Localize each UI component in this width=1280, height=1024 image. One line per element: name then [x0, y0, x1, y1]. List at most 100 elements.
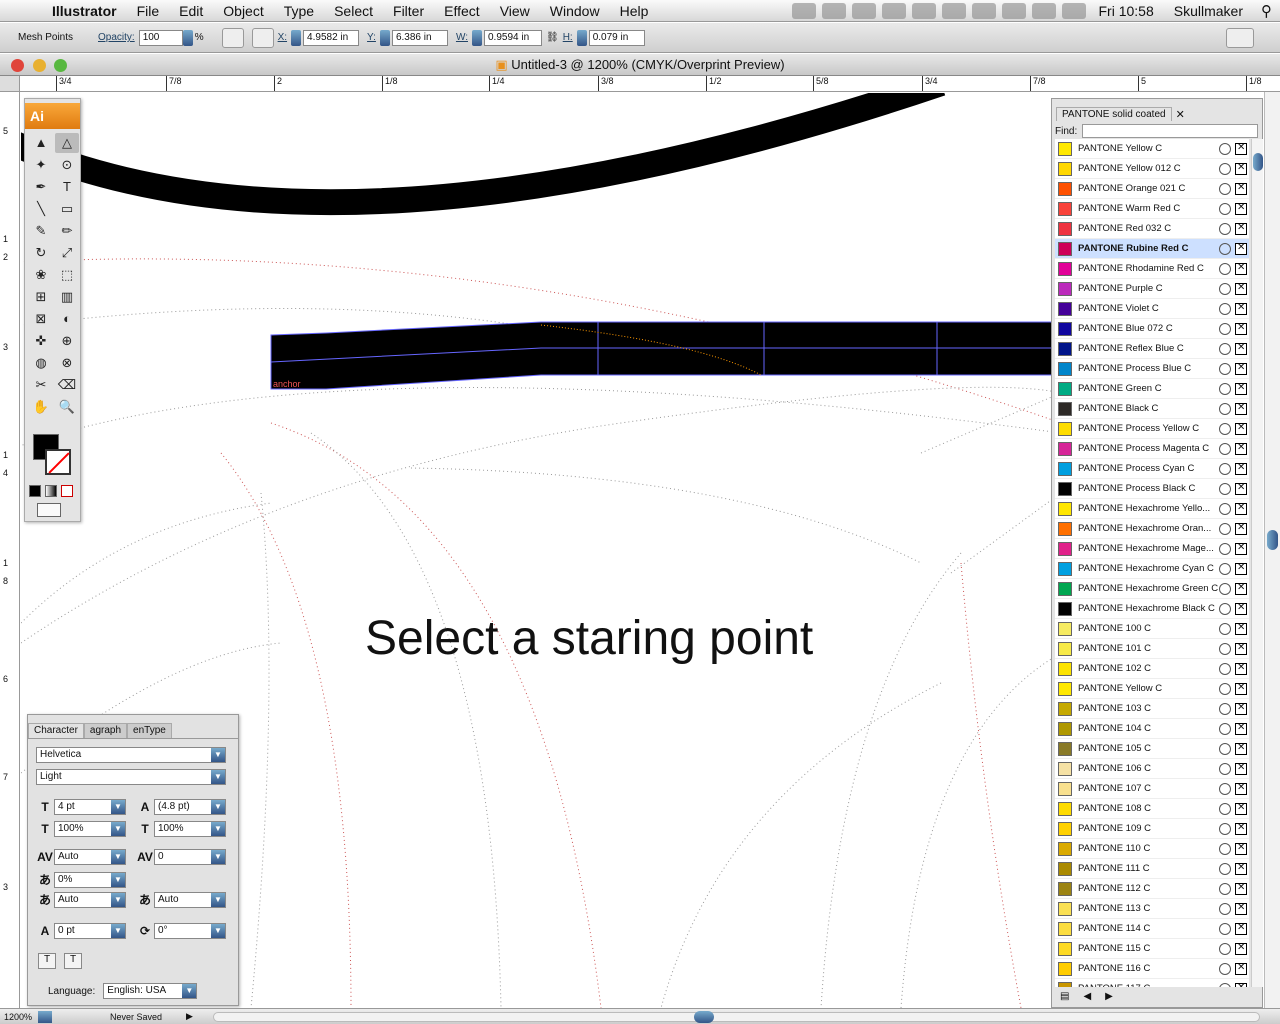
swatch-row[interactable]: PANTONE Yellow C [1055, 139, 1249, 159]
swatch-row[interactable]: PANTONE 108 C [1055, 799, 1249, 819]
tsume-field[interactable]: 0% [54, 871, 126, 888]
tracking-field[interactable]: 0 [154, 849, 226, 865]
swatch-row[interactable]: PANTONE 112 C [1055, 879, 1249, 899]
reference-point-icon[interactable] [251, 27, 274, 48]
library-menu-icon[interactable]: ▤ [1060, 991, 1069, 1002]
live-paint-tool-icon[interactable]: ◍ [29, 353, 53, 373]
menu-user[interactable]: Skullmaker [1164, 3, 1253, 19]
find-input[interactable] [1082, 124, 1259, 138]
swatch-row[interactable]: PANTONE 103 C [1055, 699, 1249, 719]
swatch-row[interactable]: PANTONE Green C [1055, 379, 1249, 399]
swatch-row[interactable]: PANTONE Black C [1055, 399, 1249, 419]
next-library-icon[interactable]: ▶ [1105, 991, 1113, 1002]
swatch-row[interactable]: PANTONE 109 C [1055, 819, 1249, 839]
tab-paragraph[interactable]: agraph [83, 723, 128, 738]
character-rotation-field[interactable]: 0° [154, 923, 226, 939]
paintbrush-tool-icon[interactable]: ✎ [29, 221, 53, 241]
tab-character[interactable]: Character [28, 723, 84, 738]
hand-tool-icon[interactable]: ✋ [29, 397, 53, 417]
pen-tool-icon[interactable]: ✒ [29, 177, 53, 197]
y-label[interactable]: Y: [367, 32, 376, 43]
link-icon[interactable]: ⛓ [546, 32, 559, 43]
baseline-shift-field[interactable]: 0 pt [54, 923, 126, 939]
menu-window[interactable]: Window [540, 0, 610, 22]
menu-view[interactable]: View [490, 0, 540, 22]
language-select[interactable]: English: USA [103, 983, 198, 999]
swatch-row[interactable]: PANTONE Hexachrome Yello... [1055, 499, 1249, 519]
swatch-row[interactable]: PANTONE 104 C [1055, 719, 1249, 739]
vertical-scale-field[interactable]: 100% [54, 821, 126, 837]
x-label[interactable]: X: [278, 32, 287, 43]
ruler-origin[interactable] [0, 76, 20, 92]
slice-tool-icon[interactable]: ✂ [29, 375, 53, 395]
swatch-row[interactable]: PANTONE 102 C [1055, 659, 1249, 679]
flag-icon[interactable] [1061, 3, 1086, 19]
zoom-tool-icon[interactable]: 🔍 [55, 397, 79, 417]
warp-tool-icon[interactable]: ❀ [29, 265, 53, 285]
panel-menu-icon[interactable] [1226, 27, 1254, 48]
spotlight-icon[interactable]: ⚲ [1253, 2, 1280, 20]
transform-icon[interactable] [221, 27, 244, 48]
status-icon[interactable] [911, 3, 936, 19]
x-field[interactable]: 4.9582 in [303, 29, 360, 46]
symbol-sprayer-tool-icon[interactable]: ⊞ [29, 287, 53, 307]
rotate-tool-icon[interactable]: ↻ [29, 243, 53, 263]
type-tool-icon[interactable]: T [55, 177, 79, 197]
scroll-thumb[interactable] [1253, 153, 1263, 171]
tab-opentype[interactable]: enType [127, 723, 172, 738]
opacity-label[interactable]: Opacity: [98, 32, 135, 43]
volume-icon[interactable] [1031, 3, 1056, 19]
swatch-row[interactable]: PANTONE Warm Red C [1055, 199, 1249, 219]
swatch-row[interactable]: PANTONE Process Blue C [1055, 359, 1249, 379]
swatch-row[interactable]: PANTONE 117 C [1055, 979, 1249, 987]
swatch-row[interactable]: PANTONE Process Yellow C [1055, 419, 1249, 439]
none-mode-icon[interactable] [61, 485, 73, 497]
zoom-icon[interactable] [54, 59, 67, 72]
horizontal-ruler[interactable]: 3/4 7/8 2 1/8 1/4 3/8 1/2 5/8 3/4 7/8 5 … [20, 76, 1280, 92]
status-icon[interactable] [851, 3, 876, 19]
kerning-field[interactable]: Auto [54, 849, 126, 865]
eject-icon[interactable] [1001, 3, 1026, 19]
close-icon[interactable] [11, 59, 24, 72]
swatch-row[interactable]: PANTONE 107 C [1055, 779, 1249, 799]
opacity-field[interactable]: 100 [138, 29, 183, 46]
gradient-tool-icon[interactable]: ◐ [55, 309, 79, 329]
tab-pantone-solid-coated[interactable]: PANTONE solid coated [1056, 107, 1172, 121]
swatch-row[interactable]: PANTONE Process Magenta C [1055, 439, 1249, 459]
app-menu[interactable]: Illustrator [42, 0, 127, 22]
swatch-row[interactable]: PANTONE Yellow C [1055, 679, 1249, 699]
close-icon[interactable]: ✕ [1176, 108, 1185, 121]
gradient-mode-icon[interactable] [45, 485, 57, 497]
y-field[interactable]: 6.386 in [391, 29, 448, 46]
line-tool-icon[interactable]: ╲ [29, 199, 53, 219]
swatch-row[interactable]: PANTONE Orange 021 C [1055, 179, 1249, 199]
swatch-row[interactable]: PANTONE 106 C [1055, 759, 1249, 779]
selection-tool-icon[interactable]: ▲ [29, 133, 53, 153]
vertical-ruler[interactable]: 5 1 2 3 1 4 1 8 6 7 3 [0, 92, 20, 1008]
zoom-menu-icon[interactable] [38, 1010, 52, 1023]
aki-right-select[interactable]: Auto [154, 891, 226, 908]
h-stepper-icon[interactable] [576, 29, 587, 46]
menu-select[interactable]: Select [324, 0, 383, 22]
swatch-row[interactable]: PANTONE Violet C [1055, 299, 1249, 319]
magic-wand-tool-icon[interactable]: ✦ [29, 155, 53, 175]
stroke-swatch[interactable] [45, 449, 71, 475]
mesh-tool-icon[interactable]: ⊠ [29, 309, 53, 329]
minimize-icon[interactable] [33, 59, 46, 72]
scroll-thumb[interactable] [1267, 530, 1278, 550]
scroll-thumb[interactable] [693, 1010, 714, 1023]
menu-clock[interactable]: Fri 10:58 [1089, 3, 1164, 19]
status-icon[interactable] [821, 3, 846, 19]
status-menu-icon[interactable]: ▶ [186, 1011, 193, 1022]
swatch-row[interactable]: PANTONE 115 C [1055, 939, 1249, 959]
swatch-list[interactable]: PANTONE Yellow C PANTONE Yellow 012 C PANT… [1055, 139, 1249, 987]
screen-mode-icon[interactable] [37, 503, 61, 517]
swatch-row[interactable]: PANTONE Yellow 012 C [1055, 159, 1249, 179]
sync-icon[interactable] [971, 3, 996, 19]
font-style-select[interactable]: Light [36, 769, 226, 785]
blend-tool-icon[interactable]: ⊕ [55, 331, 79, 351]
swatch-row[interactable]: PANTONE Hexachrome Green C [1055, 579, 1249, 599]
swatch-row[interactable]: PANTONE 100 C [1055, 619, 1249, 639]
horizontal-scale-field[interactable]: 100% [154, 821, 226, 837]
menu-filter[interactable]: Filter [383, 0, 434, 22]
